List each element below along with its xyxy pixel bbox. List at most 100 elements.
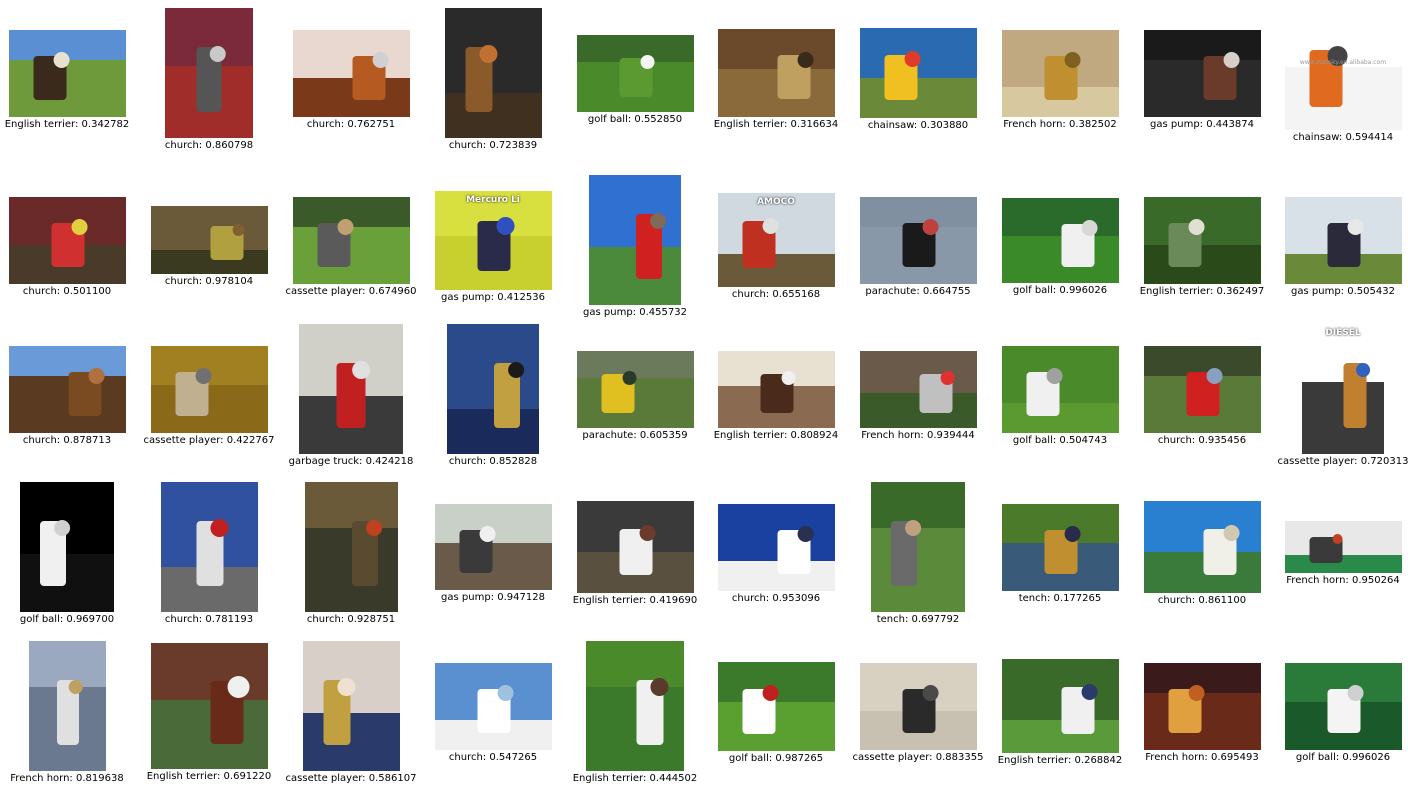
grid-cell: golf ball: 0.987265 bbox=[701, 662, 851, 765]
prediction-label: French horn: 0.939444 bbox=[861, 430, 975, 441]
church-red-tree-thumbnail-icon bbox=[589, 175, 681, 305]
parachute-landing-thumbnail-icon bbox=[576, 351, 694, 428]
man-in-garden-thumbnail-icon bbox=[1143, 197, 1261, 284]
sign-text: Mercuro Li bbox=[466, 195, 520, 205]
prediction-label: English terrier: 0.691220 bbox=[146, 771, 272, 782]
prediction-label: church: 0.723839 bbox=[448, 140, 538, 151]
prediction-label: golf ball: 0.552850 bbox=[587, 114, 683, 125]
prediction-label: church: 0.762751 bbox=[306, 119, 396, 130]
prediction-label: gas pump: 0.412536 bbox=[441, 292, 545, 303]
prediction-label: chainsaw: 0.303880 bbox=[867, 120, 969, 131]
grid-cell: church: 0.723839 bbox=[418, 8, 568, 152]
prediction-label: gas pump: 0.947128 bbox=[441, 592, 545, 603]
springer-spaniel-thumbnail-icon bbox=[717, 351, 835, 428]
grid-cell: golf ball: 0.969700 bbox=[0, 482, 142, 626]
grid-cell: cassette player: 0.422767 bbox=[134, 346, 284, 447]
grid-cell: DIESEL cassette player: 0.720313 bbox=[1268, 324, 1408, 468]
grid-cell: chainsaw: 0.303880 bbox=[843, 28, 993, 132]
prediction-label: garbage truck: 0.424218 bbox=[288, 456, 414, 467]
prediction-label: church: 0.547265 bbox=[448, 752, 538, 763]
gas-pump-thumbnail-icon bbox=[165, 8, 253, 138]
white-cathedral-thumbnail-icon bbox=[1143, 501, 1261, 593]
man-with-tench-thumbnail-icon bbox=[1001, 504, 1119, 591]
prediction-label: parachute: 0.664755 bbox=[865, 286, 971, 297]
stave-church-roof-thumbnail-icon bbox=[8, 346, 126, 433]
man-with-chainsaw-thumbnail-icon bbox=[871, 482, 965, 612]
sign-text: AMOCO bbox=[757, 197, 795, 207]
prediction-label: cassette player: 0.422767 bbox=[143, 435, 275, 446]
grid-cell: church: 0.781193 bbox=[134, 482, 284, 626]
grid-cell: cassette player: 0.883355 bbox=[843, 663, 993, 764]
grid-cell: Mercuro Li gas pump: 0.412536 bbox=[418, 191, 568, 304]
prediction-label: golf ball: 0.504743 bbox=[1012, 435, 1108, 446]
prediction-label: tench: 0.177265 bbox=[1018, 593, 1102, 604]
old-pump-interior-thumbnail-icon bbox=[304, 482, 398, 612]
prediction-label: English terrier: 0.342782 bbox=[4, 119, 130, 130]
grid-cell: church: 0.852828 bbox=[418, 324, 568, 468]
church-on-green-thumbnail-icon bbox=[717, 662, 835, 751]
grid-cell: golf ball: 0.996026 bbox=[985, 198, 1135, 297]
amoco-pump-thumbnail-icon: AMOCO bbox=[717, 193, 835, 287]
church-interior-thumbnail-icon bbox=[717, 29, 835, 117]
prediction-label: church: 0.781193 bbox=[164, 614, 254, 625]
prediction-label: gas pump: 0.505432 bbox=[1291, 286, 1395, 297]
spaniel-sitting-thumbnail-icon bbox=[150, 643, 268, 769]
group-photo-thumbnail-icon bbox=[859, 351, 977, 428]
sign-text: DIESEL bbox=[1325, 328, 1361, 338]
man-french-horn-thumbnail-icon bbox=[302, 641, 400, 771]
fuel-nozzles-thumbnail-icon bbox=[1284, 521, 1402, 573]
walkman-thumbnail-icon bbox=[150, 346, 268, 433]
grid-cell: parachute: 0.664755 bbox=[843, 197, 993, 298]
prediction-label: golf ball: 0.996026 bbox=[1295, 752, 1391, 763]
grid-cell: English terrier: 0.268842 bbox=[985, 659, 1135, 767]
grid-cell: church: 0.861100 bbox=[1127, 501, 1277, 607]
prediction-label: cassette player: 0.720313 bbox=[1277, 456, 1408, 467]
grid-cell: gas pump: 0.455732 bbox=[560, 175, 710, 319]
grid-cell: church: 0.978104 bbox=[134, 206, 284, 288]
girl-french-horn-thumbnail-icon bbox=[447, 324, 539, 454]
grid-cell: French horn: 0.382502 bbox=[985, 30, 1135, 131]
grid-cell: garbage truck: 0.424218 bbox=[276, 324, 426, 468]
prediction-label: cassette player: 0.674960 bbox=[285, 286, 417, 297]
grid-cell: English terrier: 0.444502 bbox=[560, 641, 710, 785]
prediction-label: golf ball: 0.969700 bbox=[19, 614, 115, 625]
diesel-pump-thumbnail-icon: DIESEL bbox=[1302, 324, 1384, 454]
chainsaw-product-thumbnail-icon: www.ztopsky.en.alibaba.com bbox=[1284, 16, 1402, 130]
prediction-label: church: 0.928751 bbox=[306, 614, 396, 625]
grid-cell: English terrier: 0.808924 bbox=[701, 351, 851, 442]
grid-cell: AMOCO church: 0.655168 bbox=[701, 193, 851, 301]
grid-cell: church: 0.878713 bbox=[0, 346, 142, 447]
prediction-label: English terrier: 0.444502 bbox=[572, 773, 698, 784]
prediction-label: gas pump: 0.455732 bbox=[583, 307, 687, 318]
prediction-label: English terrier: 0.268842 bbox=[997, 755, 1123, 766]
prediction-label: golf ball: 0.996026 bbox=[1012, 285, 1108, 296]
grid-cell: English terrier: 0.691220 bbox=[134, 643, 284, 783]
golf-ball-closeup-thumbnail-icon bbox=[1001, 198, 1119, 283]
gas-station-thumbnail-icon bbox=[8, 197, 126, 284]
garbage-truck-thumbnail-icon bbox=[1143, 346, 1261, 433]
grid-cell: cassette player: 0.586107 bbox=[276, 641, 426, 785]
prediction-label: French horn: 0.819638 bbox=[10, 773, 124, 784]
room-with-tv-thumbnail-icon bbox=[434, 504, 552, 590]
vintage-gas-pump-thumbnail-icon bbox=[299, 324, 403, 454]
grid-cell: church: 0.501100 bbox=[0, 197, 142, 298]
dog-show-thumbnail-icon bbox=[576, 501, 694, 593]
prediction-label: church: 0.655168 bbox=[731, 289, 821, 300]
prediction-label: English terrier: 0.808924 bbox=[713, 430, 839, 441]
prediction-label: chainsaw: 0.594414 bbox=[1292, 132, 1394, 143]
dog-indoor-thumbnail-icon bbox=[1143, 30, 1261, 117]
prediction-label: cassette player: 0.883355 bbox=[852, 752, 984, 763]
nike-golf-balls-thumbnail-icon bbox=[20, 482, 114, 612]
golf-ball-grass-thumbnail-icon bbox=[576, 35, 694, 112]
grid-cell: cassette player: 0.674960 bbox=[276, 197, 426, 298]
prediction-label: church: 0.978104 bbox=[164, 276, 254, 287]
grid-cell: gas pump: 0.947128 bbox=[418, 504, 568, 604]
prediction-label: French horn: 0.382502 bbox=[1003, 119, 1117, 130]
grid-cell: English terrier: 0.419690 bbox=[560, 501, 710, 607]
dump-truck-thumbnail-icon bbox=[1284, 197, 1402, 284]
golf-putt-thumbnail-icon bbox=[1001, 346, 1119, 433]
grid-cell: church: 0.935456 bbox=[1127, 346, 1277, 447]
grid-cell: French horn: 0.950264 bbox=[1268, 521, 1408, 587]
prediction-label: tench: 0.697792 bbox=[876, 614, 960, 625]
prediction-label: cassette player: 0.586107 bbox=[285, 773, 417, 784]
